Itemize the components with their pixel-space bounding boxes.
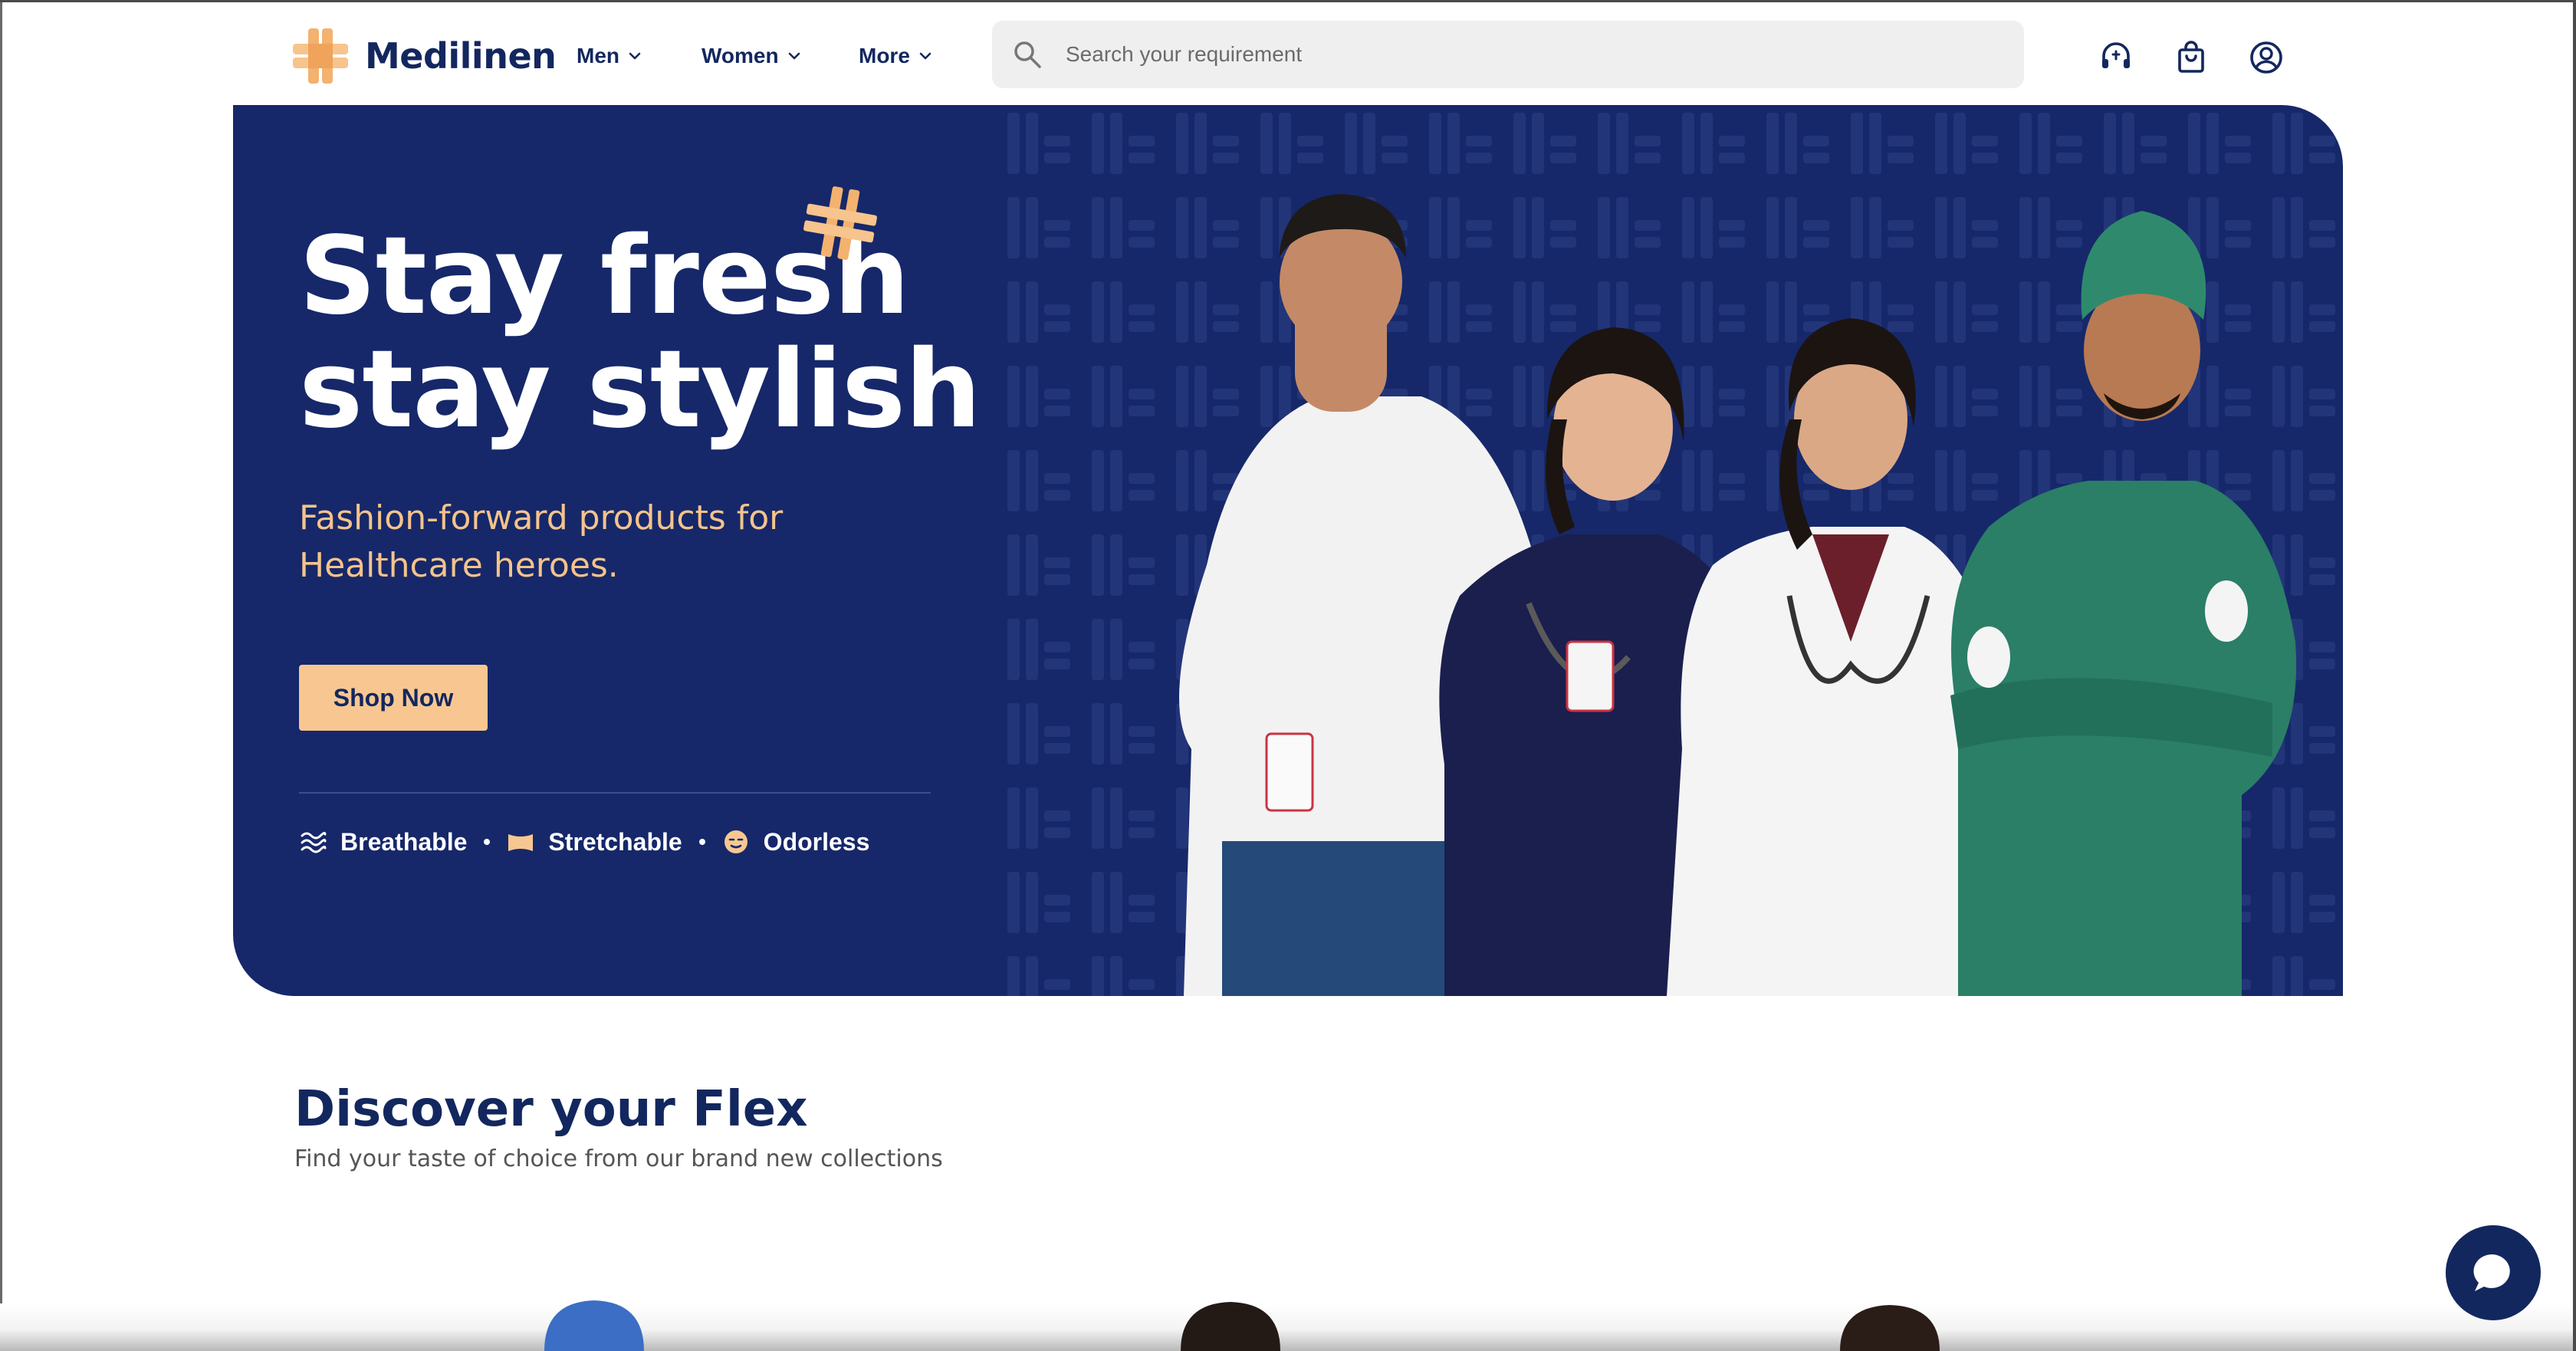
person-surgical-gown [1950, 211, 2297, 996]
product-preview-head [1181, 1302, 1280, 1351]
support-icon[interactable] [2098, 39, 2134, 76]
navbar: Medilinen Men Women More [0, 2, 2576, 105]
product-preview-head [1840, 1305, 1940, 1351]
nav-item-men[interactable]: Men [577, 39, 642, 73]
hero-subtitle-line: Fashion-forward products for [299, 498, 784, 537]
hero-image-healthcare-team [1179, 194, 2297, 996]
window-edge-right [2573, 0, 2576, 1351]
feature-breathable: Breathable [299, 828, 467, 856]
chevron-down-icon [788, 52, 800, 60]
feature-label: Odorless [763, 827, 870, 856]
nav-item-more[interactable]: More [859, 39, 933, 73]
feature-label: Stretchable [548, 827, 682, 856]
search-bar [992, 21, 2024, 88]
brand-cross-icon [293, 28, 348, 84]
chat-button[interactable] [2446, 1225, 2541, 1320]
search-icon [1014, 41, 1041, 68]
waves-icon [301, 831, 327, 853]
feature-stretchable: Stretchable [507, 828, 682, 856]
product-preview-cap [544, 1300, 644, 1351]
feature-list: Breathable Stretchable Odorless [299, 823, 869, 861]
chevron-down-icon [919, 52, 932, 60]
hero-title-line: Stay fresh [299, 214, 910, 339]
discover-subtitle: Find your taste of choice from our brand… [294, 1146, 943, 1172]
chat-bubble-icon [2473, 1254, 2510, 1291]
page-bottom-fade [0, 1303, 2576, 1351]
hero-banner: Stay fresh stay stylish Fashion-forward … [233, 105, 2343, 996]
fabric-icon [508, 834, 534, 851]
separator-dot [484, 839, 491, 845]
separator-dot [698, 839, 705, 845]
nav-item-label: More [859, 44, 910, 67]
decorative-cross-icon [803, 186, 877, 260]
shop-now-button[interactable]: Shop Now [299, 665, 488, 731]
discover-title: Discover your Flex [294, 1081, 808, 1138]
shopping-bag-icon[interactable] [2173, 39, 2210, 76]
hero-title-line: stay stylish [299, 327, 981, 452]
feature-odorless: Odorless [722, 827, 870, 856]
hero-title: Stay fresh stay stylish [299, 220, 989, 447]
hero-subtitle: Fashion-forward products for Healthcare … [299, 495, 851, 590]
nav-item-label: Women [702, 44, 779, 67]
hero-subtitle-line: Healthcare heroes. [299, 546, 619, 585]
smiley-icon [724, 830, 748, 853]
nav-item-women[interactable]: Women [702, 39, 802, 73]
search-input[interactable] [1066, 21, 2001, 88]
brand-name: Medilinen [365, 35, 557, 77]
logo[interactable]: Medilinen [291, 27, 557, 85]
hero-divider [299, 792, 931, 794]
person-lab-coat [1667, 318, 1999, 996]
window-edge-left [0, 0, 2, 1351]
account-icon[interactable] [2248, 39, 2285, 76]
nav-item-label: Men [577, 44, 619, 67]
feature-label: Breathable [340, 827, 468, 856]
chevron-down-icon [629, 52, 641, 60]
